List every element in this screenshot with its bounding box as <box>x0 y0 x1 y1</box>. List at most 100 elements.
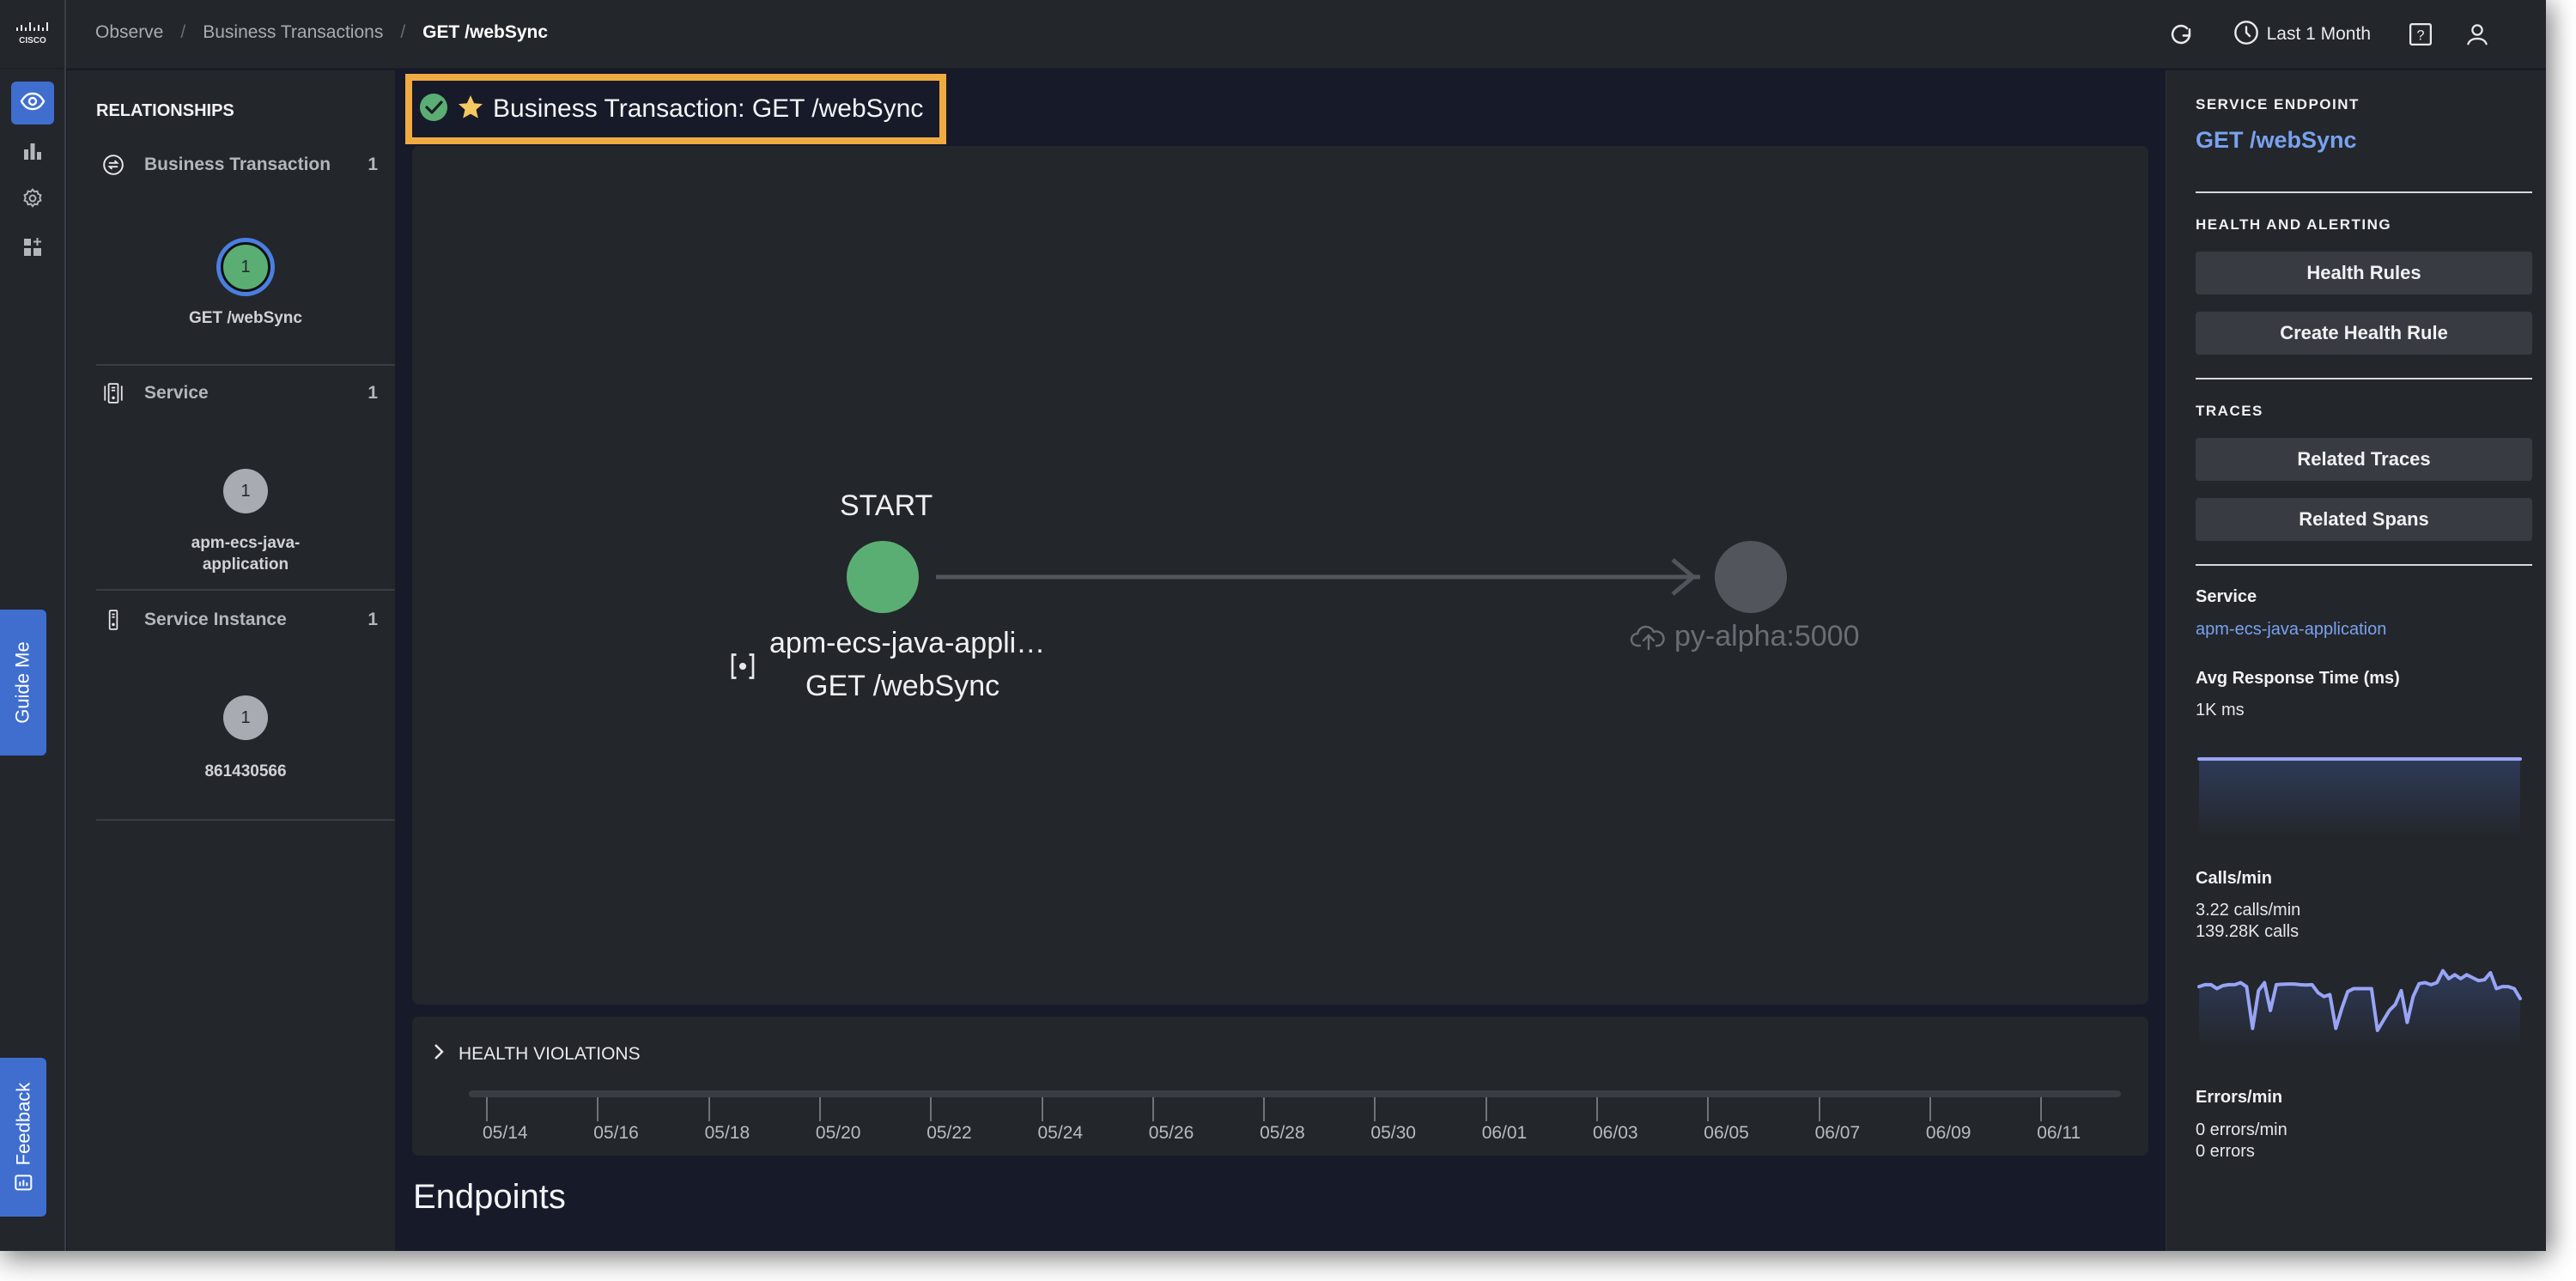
cisco-logo[interactable]: CISCO <box>0 0 66 69</box>
feedback-content: Feedback <box>12 1082 34 1193</box>
clock-icon <box>2233 19 2260 51</box>
timeline-tick <box>1596 1097 1598 1121</box>
timeline-tick-label: 05/22 <box>927 1123 972 1143</box>
traces-title: TRACES <box>2196 403 2263 419</box>
section-divider <box>96 589 395 591</box>
target-node[interactable] <box>1715 541 1787 613</box>
health-violations-panel: HEALTH VIOLATIONS 05/14 05/16 05/18 05/20 05… <box>412 1017 2148 1156</box>
eye-icon <box>20 92 46 115</box>
relationship-header[interactable]: Service 1 <box>96 376 395 410</box>
timeline-tick <box>597 1097 599 1121</box>
timeline-tick <box>1151 1097 1154 1121</box>
timeline-tick-label: 05/16 <box>593 1123 639 1143</box>
health-rules-button[interactable]: Health Rules <box>2196 252 2532 294</box>
nav-observe[interactable] <box>11 82 54 124</box>
nav-add-widget[interactable] <box>11 228 54 270</box>
endpoints-heading: Endpoints <box>413 1178 566 1216</box>
health-violations-title: HEALTH VIOLATIONS <box>459 1043 641 1064</box>
timeline-tick <box>1041 1097 1043 1121</box>
target-name: py-alpha:5000 <box>1674 620 1860 653</box>
service-icon <box>96 382 131 404</box>
refresh-icon[interactable] <box>2164 17 2198 52</box>
top-bar: CISCO Observe / Business Transactions / … <box>0 0 2546 69</box>
timeline-tick <box>1485 1097 1487 1121</box>
nav-settings[interactable] <box>11 179 54 222</box>
errors-rate: 0 errors/min <box>2196 1120 2287 1139</box>
timeline-tick-label: 06/09 <box>1925 1123 1971 1143</box>
timeline-tick-label: 06/05 <box>1704 1123 1749 1143</box>
relationship-service-instance: Service Instance 1 1 861430566 <box>96 603 395 886</box>
create-health-rule-button[interactable]: Create Health Rule <box>2196 312 2532 355</box>
node-count-badge[interactable]: 1 <box>223 695 268 740</box>
timeline-tick-label: 05/30 <box>1370 1123 1416 1143</box>
node-count-badge[interactable]: 1 <box>221 242 270 292</box>
timeline-tick <box>1707 1097 1710 1121</box>
breadcrumb-business-transactions[interactable]: Business Transactions <box>203 22 383 43</box>
timeline-tick <box>708 1097 710 1121</box>
help-icon[interactable]: ? <box>2403 17 2438 52</box>
page-title: Business Transaction: GET /webSync <box>405 74 946 144</box>
relationship-count: 1 <box>368 383 378 403</box>
calls-area <box>2199 970 2520 1049</box>
health-alerting-title: HEALTH AND ALERTING <box>2196 216 2392 233</box>
timeline-tick <box>1818 1097 1820 1121</box>
divider <box>2196 564 2532 566</box>
calls-label: Calls/min <box>2196 869 2272 888</box>
relationships-panel: RELATIONSHIPS Business Transaction 1 1 G… <box>67 70 395 1251</box>
star-icon[interactable] <box>457 94 484 125</box>
source-name: apm-ecs-java-appli… <box>769 627 1046 659</box>
timeline-tick <box>818 1097 821 1121</box>
avg-response-time-label: Avg Response Time (ms) <box>2196 669 2400 688</box>
breadcrumb-observe[interactable]: Observe <box>95 22 163 43</box>
health-violations-toggle[interactable]: HEALTH VIOLATIONS <box>433 1042 641 1065</box>
errors-label: Errors/min <box>2196 1088 2283 1107</box>
section-divider <box>96 364 395 366</box>
related-spans-button[interactable]: Related Spans <box>2196 498 2532 541</box>
node-label: apm-ecs-java-application <box>191 534 301 574</box>
details-panel: SERVICE ENDPOINT GET /webSync HEALTH AND… <box>2166 70 2546 1251</box>
service-link[interactable]: apm-ecs-java-application <box>2196 620 2386 640</box>
divider <box>2196 191 2532 193</box>
feedback-button[interactable]: Feedback <box>0 1058 46 1217</box>
page-title-text: Business Transaction: GET /webSync <box>493 94 924 123</box>
service-label: Service <box>2196 587 2257 606</box>
gear-icon <box>21 187 44 214</box>
timeline-tick-label: 06/03 <box>1593 1123 1638 1143</box>
relationship-name: Business Transaction <box>144 155 331 174</box>
timeline-tick <box>1263 1097 1266 1121</box>
relationship-count: 1 <box>368 610 378 629</box>
avg-response-time-value: 1K ms <box>2196 701 2245 719</box>
timeline-tick-label: 06/01 <box>1481 1123 1528 1143</box>
svg-text:?: ? <box>2416 27 2424 43</box>
left-nav-rail: Guide Me Feedback <box>0 69 66 1251</box>
relationship-header[interactable]: Business Transaction 1 <box>96 148 395 182</box>
breadcrumb-current: GET /webSync <box>422 22 549 42</box>
service-endpoint-title: SERVICE ENDPOINT <box>2196 96 2360 112</box>
calls-total: 139.28K calls <box>2196 922 2300 941</box>
flow-map-canvas[interactable]: START apm-ecs-java-appli… GET /webSync p… <box>412 146 2148 1005</box>
relationship-header[interactable]: Service Instance 1 <box>96 603 395 637</box>
related-traces-button[interactable]: Related Traces <box>2196 438 2532 481</box>
guide-me-button[interactable]: Guide Me <box>0 610 46 756</box>
relationship-name: Service Instance <box>144 610 287 629</box>
timeline-tick <box>1374 1097 1376 1121</box>
node-label: GET /webSync <box>189 309 302 327</box>
timeline-tick-label: 06/07 <box>1814 1123 1861 1143</box>
relationship-node: 1 861430566 <box>96 695 395 782</box>
transaction-icon <box>96 154 131 176</box>
timeline-tick <box>486 1097 488 1121</box>
breadcrumb-separator: / <box>400 22 406 42</box>
timeline-track <box>469 1090 2121 1097</box>
node-count-badge[interactable]: 1 <box>223 469 268 513</box>
service-endpoint-link[interactable]: GET /webSync <box>2196 127 2357 154</box>
timeline-tick-label: 05/20 <box>815 1123 861 1143</box>
cloud-upload-icon <box>1630 622 1668 657</box>
nav-dashboards[interactable] <box>11 131 54 174</box>
relationship-count: 1 <box>368 155 378 174</box>
calls-sparkline <box>2197 968 2522 1049</box>
timeline-tick <box>2040 1097 2043 1121</box>
source-node[interactable] <box>847 541 919 613</box>
user-icon[interactable] <box>2460 17 2494 52</box>
time-range-selector[interactable]: Last 1 Month <box>2233 19 2371 51</box>
healthy-status-icon <box>419 93 448 126</box>
